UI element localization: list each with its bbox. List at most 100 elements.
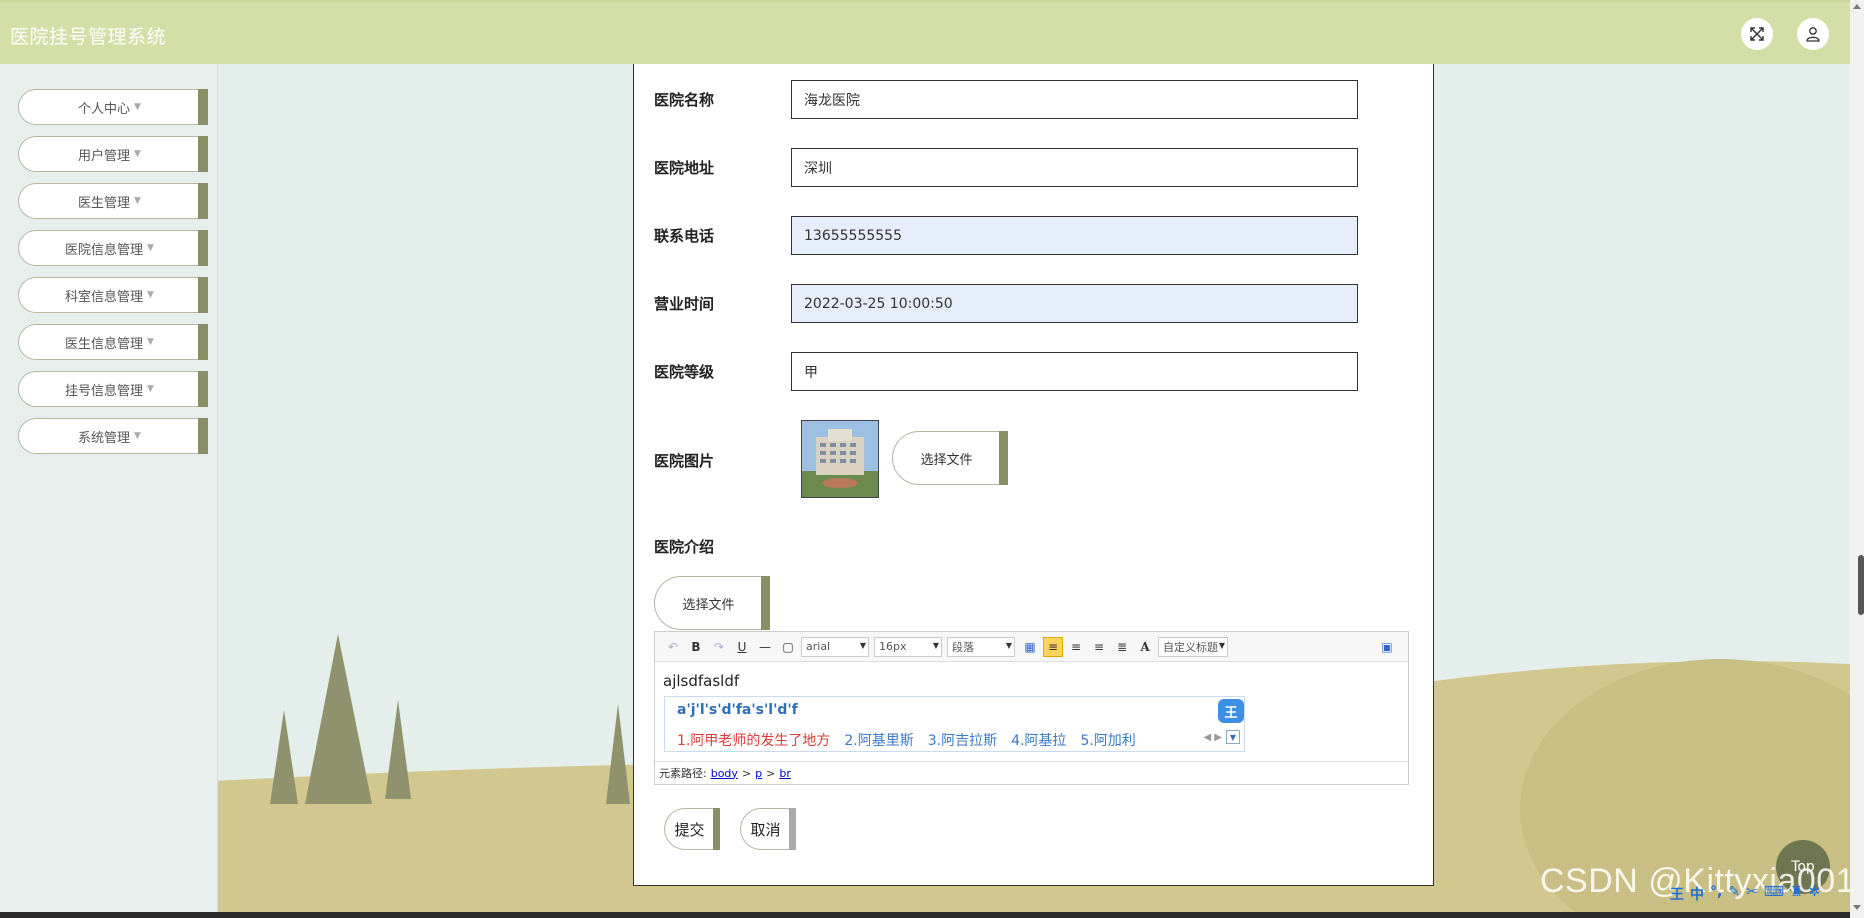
ime-composition: a'j'l's'd'fa's'l'd'f bbox=[677, 702, 798, 718]
choose-intro-file-button[interactable]: 选择文件 bbox=[654, 576, 770, 630]
underline-button[interactable]: U bbox=[732, 637, 752, 657]
bold-button[interactable]: B bbox=[686, 637, 706, 657]
path-link-p[interactable]: p bbox=[755, 767, 762, 780]
ime-tray-logo-icon[interactable]: 王 bbox=[1670, 884, 1684, 904]
hospital-name-label: 医院名称 bbox=[654, 91, 715, 109]
hospital-form-panel: 医院名称 医院地址 联系电话 营业时间 医院等级 医院图片 bbox=[633, 64, 1434, 886]
caret-down-icon: ▼ bbox=[147, 337, 154, 347]
keyboard-icon[interactable]: ⌨ bbox=[1764, 884, 1784, 904]
sidebar-item-label: 个人中心 bbox=[78, 101, 131, 117]
app-title: 医院挂号管理系统 bbox=[10, 26, 167, 48]
fullscreen-button[interactable] bbox=[1741, 18, 1773, 50]
caret-down-icon: ▼ bbox=[134, 431, 141, 441]
pen-icon[interactable]: ✎ bbox=[1728, 884, 1740, 904]
business-hours-input[interactable] bbox=[791, 284, 1358, 323]
caret-down-icon: ▼ bbox=[147, 384, 154, 394]
path-link-body[interactable]: body bbox=[711, 767, 738, 780]
caret-down-icon: ▼ bbox=[134, 149, 141, 159]
submit-button[interactable]: 提交 bbox=[664, 808, 720, 850]
redo-icon[interactable]: ↷ bbox=[709, 637, 729, 657]
caret-down-icon: ▼ bbox=[134, 196, 141, 206]
ime-candidate[interactable]: 2.阿基里斯 bbox=[844, 730, 913, 750]
hospital-level-input[interactable] bbox=[791, 352, 1358, 391]
ime-logo-icon: 王 bbox=[1218, 699, 1244, 723]
sidebar-item-label: 用户管理 bbox=[78, 148, 131, 164]
font-size-select[interactable]: 16px ▼ bbox=[874, 636, 942, 657]
scissors-icon[interactable]: ✂ bbox=[1746, 884, 1758, 904]
scroll-thumb[interactable] bbox=[1858, 555, 1864, 615]
ime-candidate[interactable]: 5.阿加利 bbox=[1080, 730, 1135, 750]
sidebar-item-user-management[interactable]: 用户管理 ▼ bbox=[18, 136, 208, 172]
align-right-icon[interactable]: ≡ bbox=[1066, 637, 1086, 657]
caret-down-icon: ▼ bbox=[147, 243, 154, 253]
font-size-value: 16px bbox=[879, 640, 907, 653]
scroll-down-icon[interactable] bbox=[1853, 905, 1861, 910]
choose-image-file-button[interactable]: 选择文件 bbox=[892, 431, 1008, 485]
shirt-icon[interactable]: ♜ bbox=[1790, 884, 1803, 904]
element-path-bar: 元素路径: body > p > br bbox=[655, 761, 1408, 784]
hospital-image-thumbnail bbox=[801, 420, 879, 498]
scroll-up-icon[interactable] bbox=[1853, 4, 1861, 9]
ime-candidate[interactable]: 1.阿甲老师的发生了地方 bbox=[677, 730, 830, 750]
font-family-value: arial bbox=[806, 640, 831, 653]
hospital-address-input[interactable] bbox=[791, 148, 1358, 187]
preview-icon[interactable]: ▣ bbox=[1377, 637, 1397, 657]
caret-down-icon: ▼ bbox=[147, 290, 154, 300]
user-icon bbox=[1806, 27, 1820, 42]
phone-label: 联系电话 bbox=[654, 227, 715, 245]
element-path-label: 元素路径: bbox=[659, 767, 707, 780]
sidebar-item-registration-info[interactable]: 挂号信息管理 ▼ bbox=[18, 371, 208, 407]
ime-candidate-window: a'j'l's'd'fa's'l'd'f 王 1.阿甲老师的发生了地方 2.阿基… bbox=[664, 696, 1245, 752]
hospital-address-label: 医院地址 bbox=[654, 159, 715, 177]
custom-title-value: 自定义标题 bbox=[1163, 640, 1218, 654]
punctuation-icon[interactable]: °, bbox=[1710, 884, 1722, 904]
sidebar-item-label: 医生信息管理 bbox=[65, 336, 144, 352]
settings-icon[interactable]: ✲ bbox=[1809, 884, 1821, 904]
taskbar bbox=[0, 912, 1850, 918]
sidebar-item-doctor-info[interactable]: 医生信息管理 ▼ bbox=[18, 324, 208, 360]
sidebar-item-hospital-info[interactable]: 医院信息管理 ▼ bbox=[18, 230, 208, 266]
ime-chinese-mode-icon[interactable]: 中 bbox=[1690, 884, 1704, 904]
align-center-icon[interactable]: ≡ bbox=[1089, 637, 1109, 657]
paste-plain-icon[interactable]: ▢ bbox=[778, 637, 798, 657]
table-icon[interactable]: ▦ bbox=[1020, 637, 1040, 657]
ime-candidate[interactable]: 4.阿基拉 bbox=[1011, 730, 1066, 750]
editor-content[interactable]: ajlsdfasldf bbox=[663, 672, 739, 690]
undo-icon[interactable]: ↶ bbox=[663, 637, 683, 657]
horizontal-rule-icon[interactable]: — bbox=[755, 637, 775, 657]
sidebar-item-label: 科室信息管理 bbox=[65, 289, 144, 305]
sidebar-item-system-management[interactable]: 系统管理 ▼ bbox=[18, 418, 208, 454]
font-family-select[interactable]: arial ▼ bbox=[801, 636, 869, 657]
align-left-icon[interactable]: ≡ bbox=[1043, 636, 1063, 657]
phone-input[interactable] bbox=[791, 216, 1358, 255]
hospital-name-input[interactable] bbox=[791, 80, 1358, 119]
ime-page-arrows-icon[interactable]: ◀ ▶ bbox=[1203, 732, 1222, 743]
user-button[interactable] bbox=[1797, 18, 1829, 50]
top-header: 医院挂号管理系统 bbox=[0, 0, 1850, 64]
align-justify-icon[interactable]: ≣ bbox=[1112, 637, 1132, 657]
hospital-intro-label: 医院介绍 bbox=[654, 538, 715, 556]
ime-candidate[interactable]: 3.阿吉拉斯 bbox=[928, 730, 997, 750]
sidebar-item-label: 医生管理 bbox=[78, 195, 131, 211]
cancel-button[interactable]: 取消 bbox=[740, 808, 796, 850]
page-scrollbar[interactable] bbox=[1850, 0, 1864, 918]
sidebar-item-label: 系统管理 bbox=[78, 430, 131, 446]
custom-title-select[interactable]: 自定义标题 ▼ bbox=[1158, 636, 1228, 657]
sidebar-item-label: 医院信息管理 bbox=[65, 242, 144, 258]
path-link-br[interactable]: br bbox=[779, 767, 791, 780]
caret-down-icon: ▼ bbox=[134, 102, 141, 112]
paragraph-select[interactable]: 段落 ▼ bbox=[947, 636, 1015, 657]
dropdown-arrow-icon: ▼ bbox=[1005, 640, 1012, 650]
editor-toolbar: ↶ B ↷ U — ▢ arial ▼ 16px ▼ 段落 ▼ ▦ ≡ ≡ ≡ ≣ A… bbox=[655, 632, 1408, 662]
dropdown-arrow-icon: ▼ bbox=[859, 640, 866, 650]
app-root: 医院挂号管理系统 个人中心 ▼ 用户管理 ▼ 医生管理 ▼ 医院信息管理 ▼ 科室信息管… bbox=[0, 0, 1864, 918]
sidebar-item-personal-center[interactable]: 个人中心 ▼ bbox=[18, 89, 208, 125]
sidebar-item-department-info[interactable]: 科室信息管理 ▼ bbox=[18, 277, 208, 313]
expand-icon bbox=[1750, 27, 1764, 41]
hospital-level-label: 医院等级 bbox=[654, 363, 715, 381]
ime-expand-icon[interactable]: ▼ bbox=[1226, 730, 1240, 744]
paragraph-value: 段落 bbox=[952, 640, 974, 654]
font-color-icon[interactable]: A bbox=[1135, 637, 1155, 657]
hospital-image-label: 医院图片 bbox=[654, 452, 715, 470]
sidebar-item-doctor-management[interactable]: 医生管理 ▼ bbox=[18, 183, 208, 219]
